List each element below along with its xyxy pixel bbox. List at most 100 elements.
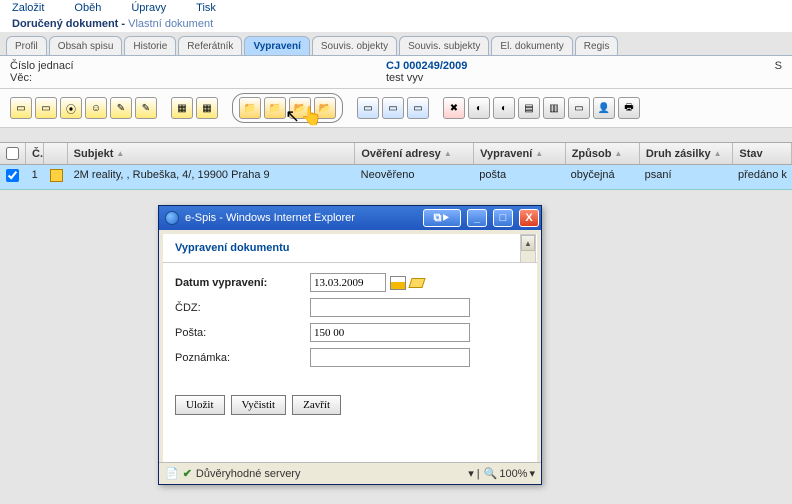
- row-type-icon: [50, 169, 63, 182]
- clear-button[interactable]: Vyčistit: [231, 395, 287, 415]
- toolbar: ▭ ▭ ⦿ ☺ ✎ ✎ ▦ ▦ 📁 📁 📂 📂 ▭ ▭ ▭ ✖ ◐ ◐ ▤ ▥ …: [0, 89, 792, 128]
- tab-referatnik[interactable]: Referátník: [178, 36, 242, 55]
- row-druh: psaní: [639, 165, 732, 189]
- tab-el-dokumenty[interactable]: El. dokumenty: [491, 36, 572, 55]
- trusted-icon: ✔: [183, 467, 192, 480]
- tab-vypraveni[interactable]: Vypravení: [244, 36, 309, 55]
- tool-icon-b2[interactable]: ▭: [382, 97, 404, 119]
- tool-icon-8[interactable]: ▦: [196, 97, 218, 119]
- tool-icon-7[interactable]: ▦: [171, 97, 193, 119]
- data-grid: Č. Subjekt▲ Ověření adresy▲ Vypravení▲ Z…: [0, 142, 792, 190]
- status-text: Důvěryhodné servery: [196, 468, 301, 480]
- input-poznamka[interactable]: [310, 348, 470, 367]
- tool-icon-5[interactable]: ✎: [110, 97, 132, 119]
- menu-upravy[interactable]: Úpravy: [131, 2, 166, 14]
- dialog-title: e-Spis - Windows Internet Explorer: [185, 212, 355, 224]
- label-datum: Datum vypravení:: [175, 277, 310, 289]
- page-icon: 📄: [165, 467, 179, 480]
- tool-icon-g4[interactable]: ▥: [543, 97, 565, 119]
- vec-value: test vyv: [386, 72, 762, 84]
- tool-icon-g7[interactable]: 🖶: [618, 97, 640, 119]
- folder-icon-1[interactable]: 📁: [239, 97, 261, 119]
- input-posta[interactable]: [310, 323, 470, 342]
- scroll-up-icon[interactable]: ▲: [521, 235, 535, 251]
- col-druh[interactable]: Druh zásilky▲: [640, 143, 734, 164]
- tool-icon-b1[interactable]: ▭: [357, 97, 379, 119]
- tab-souvis-objekty[interactable]: Souvis. objekty: [312, 36, 397, 55]
- cj-label: Číslo jednací: [10, 60, 386, 72]
- main-menu: Založit Oběh Úpravy Tisk: [0, 0, 792, 16]
- s-label: S: [762, 60, 782, 72]
- tab-souvis-subjekty[interactable]: Souvis. subjekty: [399, 36, 489, 55]
- folder-icon-3[interactable]: 📂: [289, 97, 311, 119]
- tool-icon-b3[interactable]: ▭: [407, 97, 429, 119]
- tool-icon-g3[interactable]: ▤: [518, 97, 540, 119]
- tab-obsah-spisu[interactable]: Obsah spisu: [49, 36, 123, 55]
- cj-value: CJ 000249/2009: [386, 60, 762, 72]
- tab-bar: Profil Obsah spisu Historie Referátník V…: [0, 36, 792, 56]
- label-posta: Pošta:: [175, 327, 310, 339]
- dialog-heading: Vypravení dokumentu: [163, 234, 537, 262]
- col-subjekt[interactable]: Subjekt▲: [68, 143, 356, 164]
- window-maximize-icon[interactable]: □: [493, 209, 513, 227]
- window-link-icon[interactable]: ⧉⯈: [423, 209, 461, 227]
- grid-header: Č. Subjekt▲ Ověření adresy▲ Vypravení▲ Z…: [0, 142, 792, 165]
- page-title: Doručený dokument - Vlastní dokument: [0, 16, 792, 32]
- title-main: Doručený dokument: [12, 18, 118, 30]
- input-datum[interactable]: [310, 273, 386, 292]
- status-sep: ▾ |: [468, 467, 479, 480]
- dialog-body: Datum vypravení: ČDZ: Pošta: Poznámka: U…: [163, 262, 537, 462]
- zoom-control[interactable]: 🔍100% ▾: [484, 467, 535, 480]
- col-stav[interactable]: Stav: [733, 143, 792, 164]
- tool-icon-g2[interactable]: ◐: [493, 97, 515, 119]
- folder-icon-4[interactable]: 📂: [314, 97, 336, 119]
- title-sub: Vlastní dokument: [128, 18, 213, 30]
- window-close-icon[interactable]: X: [519, 209, 539, 227]
- menu-obeh[interactable]: Oběh: [74, 2, 101, 14]
- row-check[interactable]: [6, 169, 19, 182]
- tool-icon-3[interactable]: ⦿: [60, 97, 82, 119]
- col-icon: [44, 143, 68, 164]
- tool-icon-4[interactable]: ☺: [85, 97, 107, 119]
- ie-icon: [165, 211, 179, 225]
- dialog-statusbar: 📄 ✔ Důvěryhodné servery ▾ | 🔍100% ▾: [159, 462, 541, 484]
- dialog-window: e-Spis - Windows Internet Explorer ⧉⯈ _ …: [158, 205, 542, 485]
- menu-zalozit[interactable]: Založit: [12, 2, 44, 14]
- col-zpusob[interactable]: Způsob▲: [566, 143, 640, 164]
- tool-icon-6[interactable]: ✎: [135, 97, 157, 119]
- input-cdz[interactable]: [310, 298, 470, 317]
- calendar-icon[interactable]: [390, 276, 406, 290]
- tool-group-folder: 📁 📁 📂 📂: [232, 93, 343, 123]
- dialog-titlebar[interactable]: e-Spis - Windows Internet Explorer ⧉⯈ _ …: [159, 206, 541, 230]
- tool-icon-g5[interactable]: ▭: [568, 97, 590, 119]
- close-button[interactable]: Zavřít: [292, 395, 341, 415]
- row-vypraveni: pošta: [473, 165, 564, 189]
- folder-icon-2[interactable]: 📁: [264, 97, 286, 119]
- label-cdz: ČDZ:: [175, 302, 310, 314]
- row-stav: předáno k: [732, 165, 792, 189]
- tab-regis[interactable]: Regis: [575, 36, 619, 55]
- tool-icon-x[interactable]: ✖: [443, 97, 465, 119]
- tool-icon-g1[interactable]: ◐: [468, 97, 490, 119]
- col-overeni[interactable]: Ověření adresy▲: [355, 143, 474, 164]
- label-poznamka: Poznámka:: [175, 352, 310, 364]
- tool-icon-2[interactable]: ▭: [35, 97, 57, 119]
- vec-label: Věc:: [10, 72, 386, 84]
- tool-icon-1[interactable]: ▭: [10, 97, 32, 119]
- tab-historie[interactable]: Historie: [124, 36, 176, 55]
- tool-icon-g6[interactable]: 👤: [593, 97, 615, 119]
- row-zpusob: obyčejná: [565, 165, 639, 189]
- save-button[interactable]: Uložit: [175, 395, 225, 415]
- eraser-icon[interactable]: [408, 278, 425, 288]
- col-vypraveni[interactable]: Vypravení▲: [474, 143, 566, 164]
- info-bar: Číslo jednací Věc: CJ 000249/2009 test v…: [0, 56, 792, 89]
- window-minimize-icon[interactable]: _: [467, 209, 487, 227]
- col-check[interactable]: [0, 143, 26, 164]
- table-row[interactable]: 1 2M reality, , Rubeška, 4/, 19900 Praha…: [0, 165, 792, 190]
- row-overeni: Neověřeno: [355, 165, 474, 189]
- tab-profil[interactable]: Profil: [6, 36, 47, 55]
- row-subjekt: 2M reality, , Rubeška, 4/, 19900 Praha 9: [68, 165, 355, 189]
- menu-tisk[interactable]: Tisk: [196, 2, 216, 14]
- col-num[interactable]: Č.: [26, 143, 44, 164]
- row-num: 1: [26, 165, 44, 189]
